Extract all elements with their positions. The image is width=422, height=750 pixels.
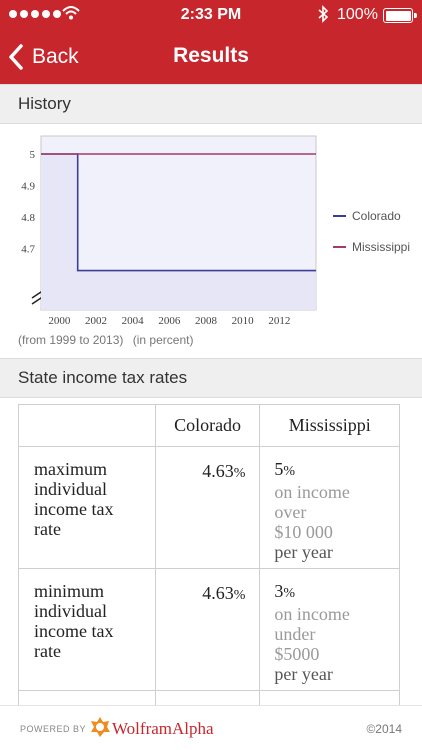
condition-text: per year	[274, 542, 333, 562]
battery-icon	[383, 8, 417, 23]
condition-text: on income	[274, 482, 350, 502]
condition-text: $5000	[274, 644, 320, 664]
section-title: State income tax rates	[18, 368, 188, 387]
mississippi-value: 3% on income under $5000 per year	[259, 568, 400, 691]
bluetooth-icon	[318, 5, 329, 23]
footer: POWERED BY WolframAlpha ©2014	[0, 705, 422, 750]
legend-label: Mississippi	[352, 240, 410, 254]
table-row: minimum individual income tax rate 4.63%…	[18, 568, 400, 691]
x-tick-label: 2008	[195, 315, 218, 327]
row-label: maximum individual income tax rate	[18, 446, 156, 569]
x-tick-label: 2006	[158, 315, 181, 327]
back-label: Back	[32, 45, 79, 68]
mississippi-value: 5% on income over $10 000 per year	[259, 446, 400, 569]
section-title: History	[18, 94, 71, 113]
column-header: Mississippi	[259, 404, 400, 447]
row-label: minimum individual income tax rate	[18, 568, 156, 691]
condition-text: under	[274, 624, 316, 644]
colorado-value: 4.63%	[154, 446, 261, 569]
condition-text: over	[274, 502, 307, 522]
chart-note-range: (from 1999 to 2013)	[18, 333, 124, 347]
y-tick-label: 5	[30, 149, 36, 161]
powered-by-label: POWERED BY	[20, 724, 87, 734]
legend-label: Colorado	[352, 209, 401, 223]
section-header-tax-rates: State income tax rates	[0, 358, 422, 398]
condition-text: $10 000	[274, 522, 333, 542]
table-row: maximum individual income tax rate 4.63%…	[18, 446, 400, 569]
y-tick-label: 4.9	[21, 181, 35, 193]
status-bar: 2:33 PM 100%	[0, 0, 422, 30]
x-tick-label: 2002	[85, 315, 107, 327]
column-header	[18, 404, 156, 447]
x-tick-label: 2012	[268, 315, 290, 327]
navigation-bar: 2:33 PM 100% Back Results	[0, 0, 422, 84]
chevron-left-icon	[9, 44, 23, 70]
x-tick-label: 2010	[232, 315, 255, 327]
x-tick-label: 2004	[122, 315, 145, 327]
history-chart: 5 4.9 4.8 4.7 2000 2002 2004 2006 2008 2010 2012 Co…	[0, 124, 422, 358]
chart-note: (from 1999 to 2013) (in percent)	[18, 333, 199, 347]
wolframalpha-logo-icon	[91, 717, 110, 737]
chart-note-unit: (in percent)	[132, 333, 194, 347]
copyright: ©2014	[366, 722, 402, 736]
brand-name[interactable]: WolframAlpha	[112, 719, 214, 739]
battery-percent: 100%	[337, 6, 378, 23]
back-button[interactable]: Back	[8, 40, 79, 74]
colorado-value: 4.63%	[154, 568, 261, 691]
y-tick-label: 4.7	[21, 244, 35, 256]
x-tick-label: 2000	[48, 315, 71, 327]
y-tick-label: 4.8	[21, 212, 35, 224]
section-header-history: History	[0, 84, 422, 124]
tax-rates-table: Colorado Mississippi maximum individual …	[18, 404, 400, 750]
condition-text: on income	[274, 604, 350, 624]
table-header-row: Colorado Mississippi	[18, 404, 400, 447]
condition-text: per year	[274, 664, 333, 684]
column-header: Colorado	[154, 404, 261, 447]
history-chart-svg: 5 4.9 4.8 4.7 2000 2002 2004 2006 2008 2010 2012 Co…	[21, 135, 410, 327]
